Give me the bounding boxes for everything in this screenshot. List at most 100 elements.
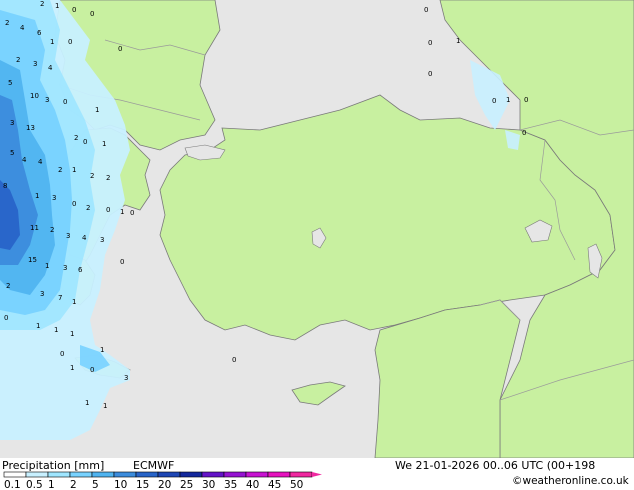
precip-value-label: 1	[85, 399, 89, 407]
precip-value-label: 0	[130, 209, 134, 217]
precipitation-map: 2 1 0 02461 002 3 4510 3 013132 0 154 42 12 281 30 2 0 11…	[0, 0, 634, 458]
precip-value-label: 15	[28, 256, 37, 264]
legend-swatch	[3, 471, 27, 478]
precip-value-label: 2	[40, 0, 44, 8]
precip-value-label: 0	[232, 356, 236, 364]
precip-value-label: 3	[124, 374, 128, 382]
legend-swatch	[69, 471, 93, 478]
credit-text: ©weatheronline.co.uk	[512, 475, 629, 487]
color-legend: 0.1 0.5 1 2 5 10 15 20 25 30 35 40 45 50	[3, 471, 322, 490]
precip-value-label: 2	[74, 134, 78, 142]
legend-swatch	[179, 471, 203, 478]
precip-value-label: 1	[102, 140, 106, 148]
precip-value-label: 0	[522, 129, 526, 137]
precip-value-label: 2	[5, 19, 9, 27]
precip-value-label: 2	[90, 172, 94, 180]
precip-value-label: 0	[428, 70, 432, 78]
legend-swatch	[201, 471, 225, 478]
legend-swatch	[267, 471, 291, 478]
precip-value-label: 0	[428, 39, 432, 47]
precip-value-label: 5	[8, 79, 12, 87]
legend-label: 25	[180, 479, 193, 490]
legend-swatch	[91, 471, 115, 478]
precip-value-label: 10	[30, 92, 39, 100]
precip-value-label: 0	[83, 138, 87, 146]
precip-value-label: 3	[40, 290, 44, 298]
legend-label: 2	[70, 479, 77, 490]
legend-swatch	[47, 471, 71, 478]
legend-label: 5	[92, 479, 99, 490]
legend-swatch	[223, 471, 247, 478]
precip-value-label: 0	[63, 98, 67, 106]
legend-swatch	[245, 471, 269, 478]
precip-value-label: 2	[50, 226, 54, 234]
precip-value-label: 1	[72, 298, 76, 306]
precip-value-label: 0	[120, 258, 124, 266]
precip-value-label: 2	[106, 174, 110, 182]
precip-value-label: 0	[424, 6, 428, 14]
precip-value-label: 0	[72, 6, 76, 14]
precip-value-label: 6	[37, 29, 42, 37]
precip-value-label: 1	[36, 322, 40, 330]
precip-value-label: 1	[55, 2, 59, 10]
valid-datetime: We 21-01-2026 00..06 UTC (00+198	[395, 459, 596, 472]
legend-swatch	[157, 471, 181, 478]
precip-value-label: 3	[52, 194, 56, 202]
precip-value-label: 0	[4, 314, 8, 322]
precip-value-label: 11	[30, 224, 39, 232]
legend-swatch	[113, 471, 137, 478]
legend-swatch	[25, 471, 49, 478]
precip-value-label: 2	[16, 56, 20, 64]
precip-value-label: 3	[66, 232, 70, 240]
precip-value-label: 1	[72, 166, 76, 174]
precip-value-label: 0	[106, 206, 110, 214]
legend-label: 30	[202, 479, 215, 490]
precip-value-label: 2	[86, 204, 90, 212]
precip-value-label: 1	[70, 364, 74, 372]
precip-value-label: 4	[82, 234, 87, 242]
precip-value-label: 0	[118, 45, 122, 53]
legend-label: 1	[48, 479, 55, 490]
precip-value-label: 0	[60, 350, 64, 358]
precip-value-label: 1	[50, 38, 54, 46]
precip-value-label: 4	[20, 24, 25, 32]
precip-value-label: 0	[72, 200, 76, 208]
precip-value-label: 3	[33, 60, 37, 68]
precip-value-label: 1	[103, 402, 107, 410]
legend-label: 10	[114, 479, 127, 490]
precip-value-label: 0	[492, 97, 496, 105]
legend-label: 0.5	[26, 479, 43, 490]
precip-value-label: 13	[26, 124, 35, 132]
precip-value-label: 0	[524, 96, 528, 104]
precip-value-label: 5	[10, 149, 14, 157]
legend-swatch	[135, 471, 159, 478]
precip-value-label: 0	[90, 10, 94, 18]
precip-value-label: 3	[10, 119, 14, 127]
precip-value-label: 7	[58, 294, 62, 302]
precip-value-label: 1	[456, 37, 460, 45]
precip-value-label: 1	[506, 96, 510, 104]
legend-swatch	[289, 471, 313, 478]
precip-value-label: 6	[78, 266, 83, 274]
precip-value-label: 3	[63, 264, 67, 272]
legend-label: 40	[246, 479, 259, 490]
precip-value-label: 1	[70, 330, 74, 338]
precip-value-label: 3	[100, 236, 104, 244]
legend-label: 0.1	[4, 479, 21, 490]
precip-value-label: 1	[54, 326, 58, 334]
precip-value-label: 4	[38, 158, 43, 166]
precip-value-label: 1	[95, 106, 99, 114]
precip-value-label: 4	[48, 64, 53, 72]
legend-label: 15	[136, 479, 149, 490]
precip-value-label: 2	[6, 282, 10, 290]
precip-value-label: 1	[120, 208, 124, 216]
precip-value-label: 0	[90, 366, 94, 374]
precip-value-label: 1	[100, 346, 104, 354]
precip-value-label: 8	[3, 182, 7, 190]
precip-value-label: 0	[68, 38, 72, 46]
legend-label: 35	[224, 479, 237, 490]
footer: Precipitation [mm] ECMWF We 21-01-2026 0…	[0, 458, 634, 490]
legend-label: 45	[268, 479, 281, 490]
precip-value-label: 1	[45, 262, 49, 270]
precip-value-label: 1	[35, 192, 39, 200]
